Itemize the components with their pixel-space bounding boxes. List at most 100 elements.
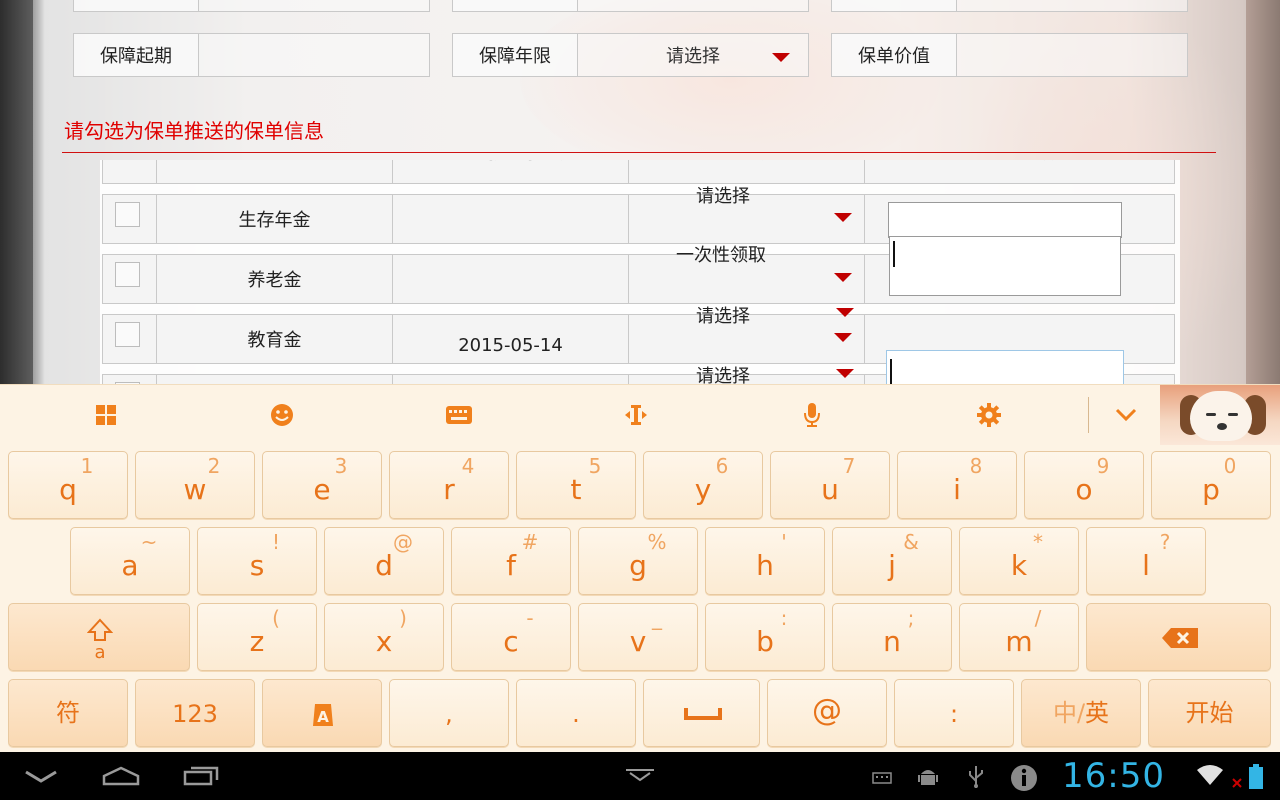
back-icon[interactable]	[24, 768, 58, 784]
microphone-icon[interactable]	[782, 385, 842, 445]
key-h[interactable]: ' h	[705, 527, 825, 595]
chevron-down-icon[interactable]	[1096, 385, 1156, 445]
colon-key[interactable]: :	[894, 679, 1014, 747]
amount-input-2[interactable]	[889, 236, 1121, 272]
coverage-term-label: 保障年限	[453, 34, 578, 76]
svg-text:a: a	[94, 642, 105, 660]
home-icon[interactable]	[101, 766, 141, 786]
key-f[interactable]: # f	[451, 527, 571, 595]
header-check	[103, 160, 157, 183]
soft-keyboard: 1q 2w 3e 4r 5t 6y 7u 8i 9o 0p ~ a ! s @ d #…	[0, 384, 1280, 752]
key-y[interactable]: 6y	[643, 451, 763, 519]
key-q[interactable]: 1q	[8, 451, 128, 519]
dropdown-arrow-icon	[834, 333, 852, 342]
text-caret	[893, 241, 895, 267]
hide-keyboard-icon[interactable]	[624, 768, 656, 782]
key-u[interactable]: 7u	[770, 451, 890, 519]
coverage-start-field: 保障起期	[73, 33, 430, 77]
comma-key[interactable]: ,	[389, 679, 509, 747]
key-c[interactable]: -c	[451, 603, 571, 671]
dropdown-arrow-icon	[836, 369, 854, 378]
keyboard-icon[interactable]	[429, 385, 489, 445]
key-i[interactable]: 8i	[897, 451, 1017, 519]
grid-icon[interactable]	[76, 385, 136, 445]
info-icon	[1011, 765, 1037, 791]
header-type: 红利类型	[157, 160, 393, 183]
key-p[interactable]: 0p	[1151, 451, 1271, 519]
key-e[interactable]: 3e	[262, 451, 382, 519]
key-d[interactable]: @ d	[324, 527, 444, 595]
symbol-key[interactable]: 符	[8, 679, 128, 747]
puppy-skin-image	[1160, 385, 1280, 445]
coverage-start-input[interactable]	[199, 34, 429, 76]
key-g[interactable]: % g	[578, 527, 698, 595]
input-method-key[interactable]: A	[262, 679, 382, 747]
row-date[interactable]: 2015-05-14	[393, 315, 629, 363]
row-type: 养老金	[157, 255, 393, 303]
enter-key[interactable]: 开始	[1148, 679, 1271, 747]
key-j[interactable]: & j	[832, 527, 952, 595]
system-bar: 16:50	[0, 752, 1280, 800]
backspace-key[interactable]	[1086, 603, 1271, 671]
policy-value-input[interactable]	[957, 34, 1187, 76]
recent-apps-icon[interactable]	[183, 766, 219, 786]
amount-input-1[interactable]	[888, 202, 1122, 238]
keyboard-status-icon	[872, 772, 892, 784]
emoji-icon[interactable]	[252, 385, 312, 445]
key-x[interactable]: ) x	[324, 603, 444, 671]
row-date[interactable]	[393, 195, 629, 243]
cursor-move-icon[interactable]	[606, 385, 666, 445]
frequency-option-2[interactable]: 一次性领取	[676, 241, 766, 267]
row-checkbox[interactable]	[115, 202, 140, 227]
key-a[interactable]: ~ a	[70, 527, 190, 595]
toolbar-divider	[1088, 397, 1089, 433]
frequency-option-3[interactable]: 请选择	[696, 302, 750, 328]
key-k[interactable]: * k	[959, 527, 1079, 595]
key-t[interactable]: 5t	[516, 451, 636, 519]
space-key[interactable]	[643, 679, 760, 747]
row-date[interactable]	[393, 255, 629, 303]
policy-value-field: 保单价值	[831, 33, 1188, 77]
partial-field-1	[73, 0, 430, 12]
period-key[interactable]: .	[516, 679, 636, 747]
at-key[interactable]: @	[767, 679, 887, 747]
keyboard-toolbar	[0, 384, 1280, 445]
section-title: 请勾选为保单推送的保单信息	[64, 119, 324, 143]
amount-input-3[interactable]	[889, 270, 1121, 296]
usb-icon	[969, 766, 983, 788]
input-method-icon: A	[313, 704, 333, 726]
key-w[interactable]: 2w	[135, 451, 255, 519]
row-checkbox[interactable]	[115, 262, 140, 287]
key-o[interactable]: 9o	[1024, 451, 1144, 519]
coverage-term-field: 保障年限 请选择	[452, 33, 809, 77]
space-icon	[684, 708, 722, 720]
shift-icon: a	[87, 618, 113, 660]
number-key[interactable]: 123	[135, 679, 255, 747]
policy-value-label: 保单价值	[832, 34, 957, 76]
dropdown-arrow-icon	[834, 273, 852, 282]
key-z[interactable]: (z	[197, 603, 317, 671]
coverage-term-select[interactable]: 请选择	[578, 34, 808, 76]
key-m[interactable]: / m	[959, 603, 1079, 671]
key-r[interactable]: 4r	[389, 451, 509, 519]
battery-icon	[1249, 764, 1263, 789]
shift-key[interactable]: a	[8, 603, 190, 671]
key-v[interactable]: _ v	[578, 603, 698, 671]
frequency-option-1[interactable]: 请选择	[696, 182, 750, 208]
section-divider	[62, 152, 1216, 153]
row-checkbox[interactable]	[115, 322, 140, 347]
header-frequency: 领取频率	[629, 160, 865, 183]
wifi-icon	[1197, 765, 1223, 785]
row-type: 教育金	[157, 315, 393, 363]
key-b[interactable]: :b	[705, 603, 825, 671]
header-amount: 领取金额	[865, 160, 1174, 183]
gear-icon[interactable]	[959, 385, 1019, 445]
android-debug-icon	[918, 770, 938, 785]
key-n[interactable]: ; n	[832, 603, 952, 671]
dropdown-arrow-icon	[836, 308, 854, 317]
partial-field-3	[831, 0, 1188, 12]
key-s[interactable]: ! s	[197, 527, 317, 595]
partial-field-2	[452, 0, 809, 12]
language-switch-key[interactable]: 中/英	[1021, 679, 1141, 747]
key-l[interactable]: ? l	[1086, 527, 1206, 595]
